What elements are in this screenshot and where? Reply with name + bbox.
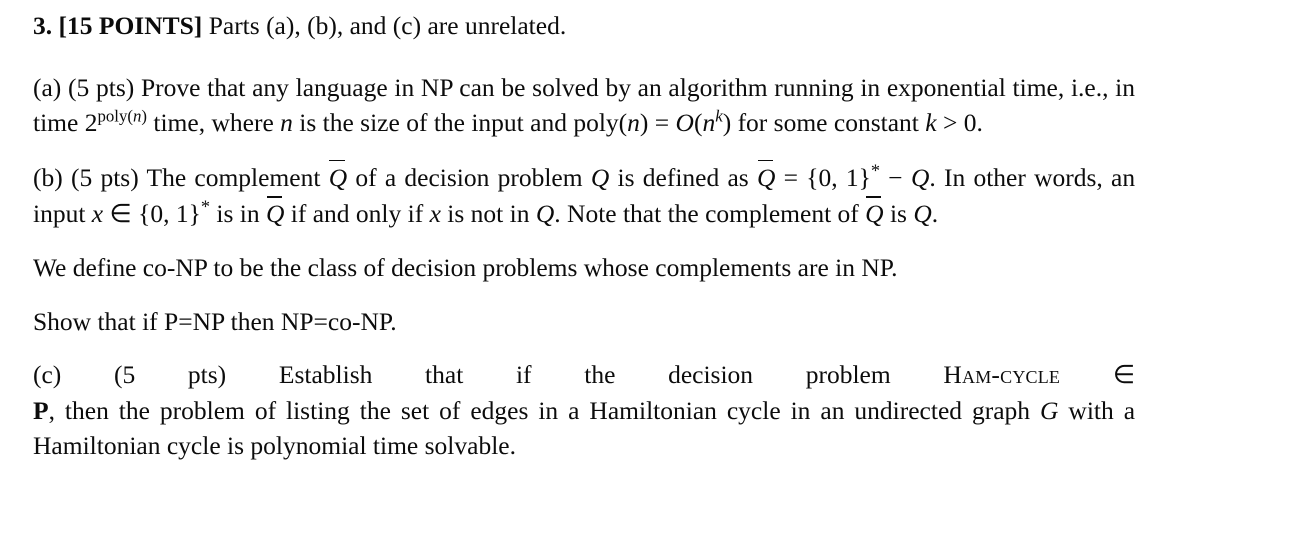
part-b-text-7: is not in [447,199,530,229]
part-c-paragraph: (c) (5 pts) Establish that if the decisi… [33,357,1135,464]
element-of-symbol-2: ∈ [1112,360,1136,390]
document-page: 3. [15 POINTS] Parts (a), (b), and (c) a… [0,0,1292,550]
equals-sign: = [783,162,799,192]
variable-n-2: n [627,108,640,138]
part-b-paragraph: (b) (5 pts) The complement Q of a decisi… [33,159,1135,232]
part-a-paragraph: (a) (5 pts) Prove that any language in N… [33,70,1135,141]
q-complement-symbol-1: Q [329,159,347,196]
part-b-text-8: . Note that the complement of [554,199,859,229]
problem-number: 3. [33,11,53,40]
q-complement-symbol-4: Q [865,195,884,232]
show-statement-paragraph: Show that if P=NP then NP=co-NP. [33,306,397,336]
part-c-points: (5 pts) [114,360,227,390]
variable-q-2: Q [910,162,930,192]
part-b-text-1: The complement [146,162,321,192]
binary-string-set-1: {0, 1}* [806,160,881,192]
part-a-text-5: for some constant [737,108,919,138]
variable-q-1: Q [590,162,610,192]
part-b-text-3: is defined as [617,162,749,192]
variable-x-1: x [91,199,104,229]
q-final-group: Q. [913,199,938,228]
variable-x-2: x [429,199,441,229]
q-period-group: Q. Note that the complement of [536,199,859,228]
part-a-points: (5 pts) [68,72,135,102]
part-c-text-2: , then the problem of listing the set of… [48,395,1031,425]
minus-sign: − [888,162,903,192]
exponent-poly-label: poly [97,106,128,126]
part-c-marker: (c) [33,360,62,390]
exponent-close-paren: ) [141,106,148,126]
problem-heading: 3. [15 POINTS] Parts (a), (b), and (c) a… [33,8,1135,44]
q-minus-group: Q. [911,163,936,192]
part-a-text-3: is the size of the input and poly( [299,108,628,138]
variable-g: G [1040,395,1059,425]
complexity-class-group: P, then the problem of listing the set o… [33,396,1030,425]
part-b-text-5: is in [216,199,260,229]
variable-q-3: Q [535,199,555,229]
variable-n: n [280,108,293,138]
problem-intro-text: Parts (a), (b), and (c) are unrelated. [208,11,567,40]
set-notation-1: {0, 1} [806,162,871,192]
q-complement-symbol-2: Q [757,159,775,196]
part-b-marker: (b) [33,162,63,192]
problem-body: 3. [15 POINTS] Parts (a), (b), and (c) a… [33,8,1135,464]
points-label: [15 POINTS] [58,11,203,40]
complexity-class-p: P [33,395,49,425]
big-o-exponent-k: k [715,106,723,126]
q-complement-symbol-3: Q [266,195,284,232]
element-of-symbol-1: ∈ [109,199,132,229]
big-o-symbol: O [675,108,694,138]
part-a-text-6: > 0. [942,108,983,138]
part-b-points: (5 pts) [70,162,139,192]
conp-definition-paragraph: We define co-NP to be the class of decis… [33,253,898,282]
part-b-text-6: if and only if [290,199,424,229]
big-o-close-paren: ) [722,108,732,138]
exponential-time-expression: 2poly(n) [85,108,147,137]
period-2: . [931,199,939,229]
set-notation-2: {0, 1} [138,199,201,229]
ham-cycle-problem-name: Ham-cycle [943,360,1061,390]
period-1: . [929,162,936,192]
variable-q-4: Q [913,199,932,229]
exponent-base: 2 [84,108,98,138]
part-a-text-4: ) = [639,108,670,138]
variable-k: k [925,108,937,138]
big-o-variable-n: n [702,108,716,138]
big-o-expression: O(nk) [676,108,732,137]
part-c-text-1: Establish that if the decision problem [278,360,891,390]
part-b-text-9: is [889,199,907,229]
binary-string-set-2: {0, 1}* [138,196,211,229]
exponent-group: poly(n) [97,107,147,126]
part-a-text-2: time, where [153,108,274,138]
kleene-star-2: * [200,196,211,217]
part-b-text-2: of a decision problem [355,162,583,192]
part-a-marker: (a) [33,72,62,102]
kleene-star-1: * [870,160,881,181]
